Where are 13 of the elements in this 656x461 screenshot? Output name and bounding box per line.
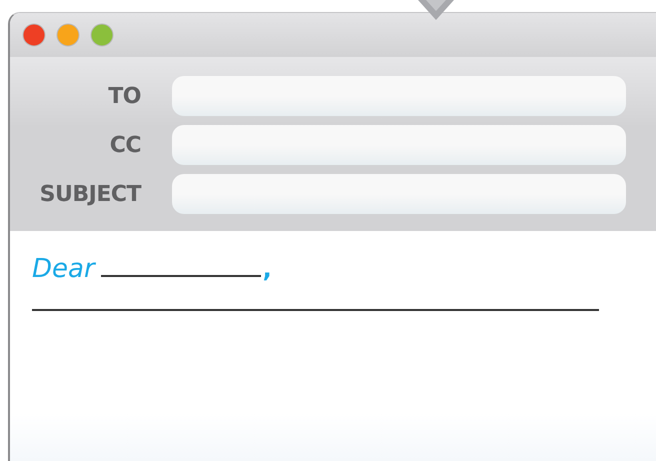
fill-in-line[interactable] — [100, 275, 261, 277]
field-label: CC — [108, 132, 141, 158]
field-label: SUBJECT — [38, 182, 141, 206]
greeting-word: Dear — [32, 253, 95, 285]
fill-in-line[interactable] — [32, 309, 599, 311]
zoom-button[interactable] — [90, 23, 114, 47]
input-field[interactable] — [172, 174, 626, 214]
minimize-button[interactable] — [56, 23, 80, 47]
close-button[interactable] — [22, 23, 46, 47]
input-field[interactable] — [172, 76, 626, 116]
input-field[interactable] — [172, 125, 626, 165]
field-label: TO — [107, 84, 141, 108]
comma: , — [262, 254, 272, 285]
